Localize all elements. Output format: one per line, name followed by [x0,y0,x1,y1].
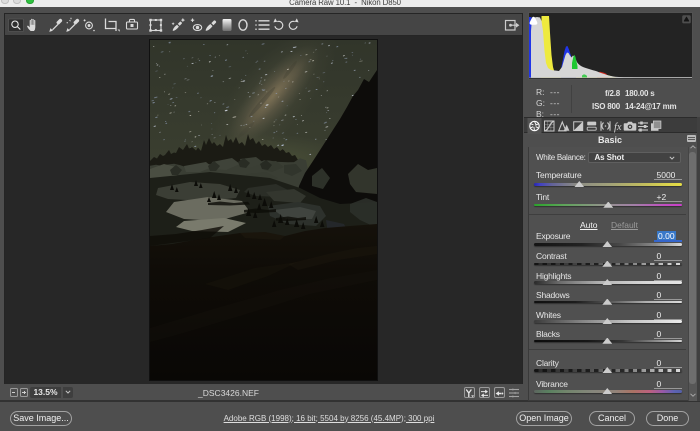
svg-text:fx: fx [614,122,622,133]
